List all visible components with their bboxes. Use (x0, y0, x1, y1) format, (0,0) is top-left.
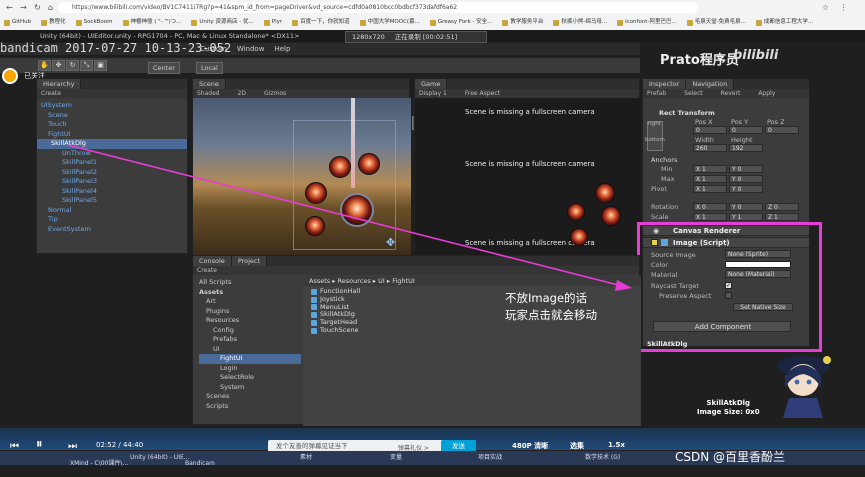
taskbar-folder-3[interactable]: 项目实战 (478, 453, 502, 463)
preview-size: Image Size: 0x0 (697, 408, 760, 416)
quality-selector[interactable]: 480P 清晰 (512, 441, 548, 451)
arrow-line (67, 144, 623, 287)
player-time: 02:52 / 44:40 (96, 441, 144, 449)
annotation-line-2: 玩家点击就会移动 (505, 308, 597, 322)
speed-selector[interactable]: 1.5x (608, 441, 625, 449)
csdn-watermark: CSDN @百里香酚兰 (675, 450, 786, 464)
taskbar-folder-2[interactable]: 变量 (390, 453, 402, 463)
taskbar-folder-1[interactable]: 素材 (300, 453, 312, 463)
taskbar-xmind[interactable]: XMind - C\00课件\... (70, 459, 128, 469)
preview-name: SkillAtkDlg (706, 399, 751, 407)
episode-selector[interactable]: 选集 (570, 441, 584, 451)
arrow-head (615, 280, 632, 291)
preview-label: SkillAtkDlg Image Size: 0x0 (697, 399, 760, 417)
taskbar-unity[interactable]: Unity (64bit) - UIE... (130, 453, 189, 463)
taskbar-folder-4[interactable]: 数学技术 (G) (585, 453, 620, 463)
anime-character-sticker (777, 356, 831, 418)
taskbar-bandicam[interactable]: Bandicam (185, 459, 215, 469)
play-pause-icon[interactable]: ⏸ (36, 437, 43, 452)
annotation-line-1: 不放Image的话 (505, 291, 588, 305)
annotation-text: 不放Image的话 玩家点击就会移动 (505, 290, 597, 324)
